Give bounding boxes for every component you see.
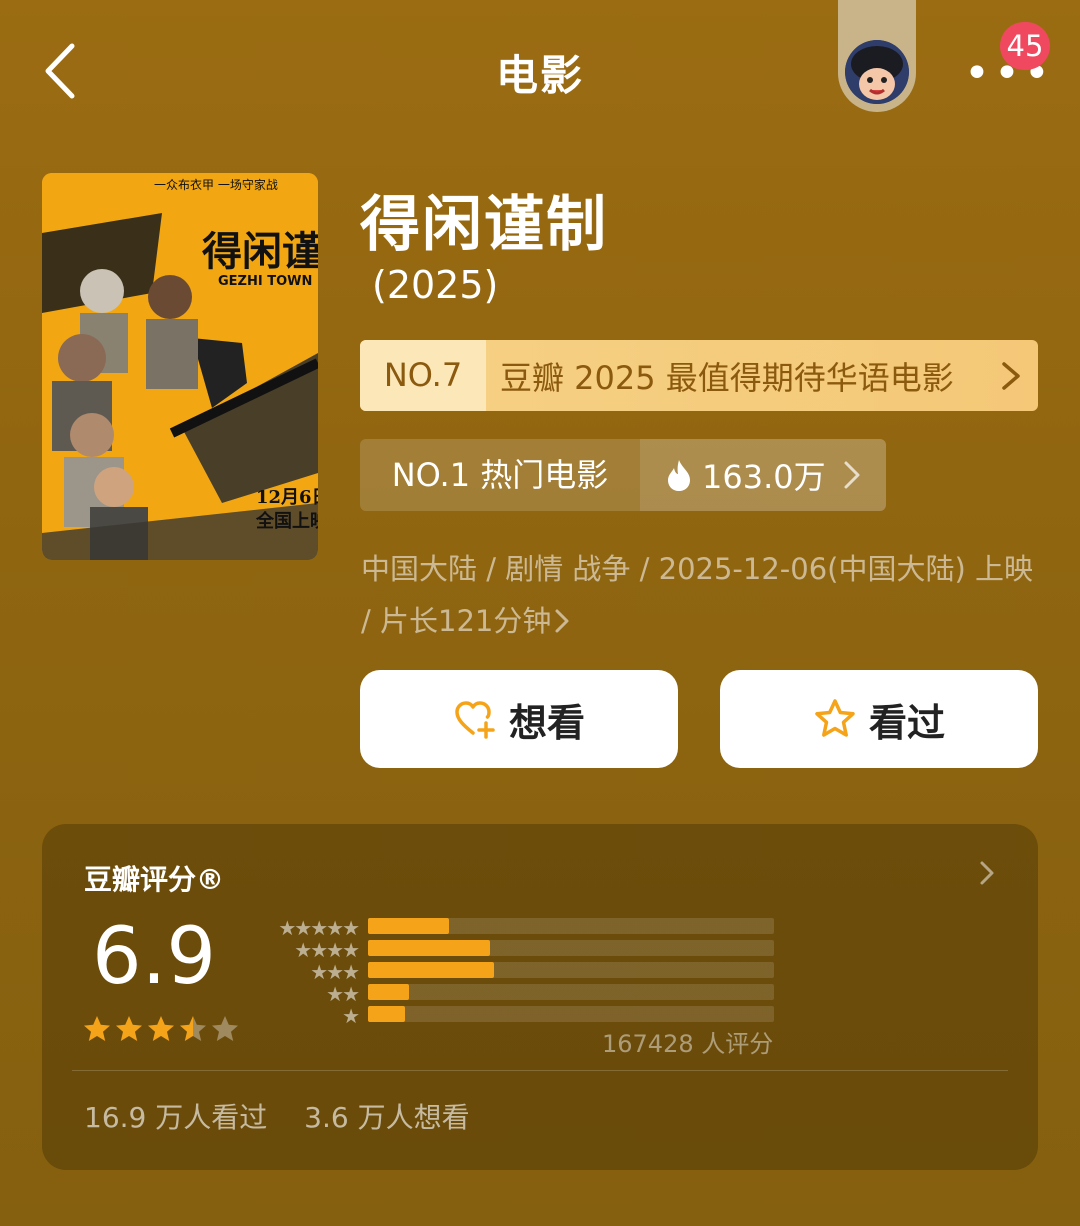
star-outline-icon <box>815 699 855 737</box>
heat-value: 163.0万 <box>640 439 886 511</box>
rating-score: 6.9 <box>92 912 217 1002</box>
distribution-row: ★★ <box>258 982 778 1006</box>
hot-ranking-label: NO.1 热门电影 <box>391 456 609 494</box>
poster-artwork: 一众布衣甲 一场守家战 得闲谨制 GEZHI TOWN 12月6日 全国上映 <box>42 173 318 560</box>
divider <box>72 1070 1008 1071</box>
ranking-label: 豆瓣 2025 最值得期待华语电影 <box>500 358 954 397</box>
ranking-badge-primary[interactable]: NO.7 豆瓣 2025 最值得期待华语电影 <box>360 340 1038 411</box>
distribution-track <box>368 1006 774 1022</box>
heart-plus-icon <box>455 701 495 739</box>
distribution-stars-label: ★★ <box>326 982 360 1006</box>
distribution-track <box>368 940 774 956</box>
ranking-number: NO.7 <box>360 340 486 411</box>
distribution-row: ★★★★★ <box>258 916 778 940</box>
distribution-stars-label: ★★★★ <box>294 938 360 962</box>
ratings-count: 167428 人评分 <box>602 1030 774 1058</box>
rating-title: 豆瓣评分® <box>84 863 225 896</box>
movie-title: 得闲谨制 <box>360 190 608 260</box>
star-empty-icon <box>212 1016 238 1041</box>
want-label: 想看 <box>508 700 585 745</box>
poster-release-line2: 全国上映 <box>255 510 318 532</box>
chevron-right-icon <box>844 461 860 489</box>
meta-text: 中国大陆 / 剧情 战争 / 2025-12-06(中国大陆) 上映 / 片长1… <box>361 552 1034 638</box>
poster-tagline: 一众布衣甲 一场守家战 <box>154 177 278 192</box>
distribution-bar <box>368 940 490 956</box>
want-count: 3.6 万人想看 <box>304 1101 470 1134</box>
distribution-track <box>368 918 774 934</box>
star-half-icon <box>180 1016 206 1041</box>
avatar-face-icon <box>845 40 909 104</box>
distribution-bar <box>368 984 409 1000</box>
distribution-row: ★★★ <box>258 960 778 984</box>
chevron-right-icon <box>555 609 569 633</box>
distribution-track <box>368 962 774 978</box>
flame-icon <box>668 460 690 491</box>
poster-release-line1: 12月6日 <box>256 487 318 508</box>
seen-count: 16.9 万人看过 <box>84 1101 268 1134</box>
ranking-badge-hot[interactable]: NO.1 热门电影 163.0万 <box>360 439 886 511</box>
score-stars <box>82 1014 242 1044</box>
movie-poster[interactable]: 一众布衣甲 一场守家战 得闲谨制 GEZHI TOWN 12月6日 全国上映 <box>42 173 318 560</box>
poster-title-en: GEZHI TOWN <box>218 274 312 289</box>
movie-meta[interactable]: 中国大陆 / 剧情 战争 / 2025-12-06(中国大陆) 上映 / 片长1… <box>361 543 1051 647</box>
heat-number: 163.0万 <box>702 458 826 496</box>
distribution-stars-label: ★★★★★ <box>278 916 360 940</box>
notification-badge: 45 <box>1000 22 1050 70</box>
star-filled-icon <box>116 1016 142 1041</box>
avatar[interactable] <box>845 40 909 104</box>
watched-button[interactable]: 看过 <box>720 670 1038 768</box>
poster-title: 得闲谨制 <box>202 228 318 275</box>
distribution-bar <box>368 962 494 978</box>
rating-card[interactable]: 豆瓣评分® 6.9 ★★★★★ ★★★★ ★★★ ★★ ★ 167428 人评分 16.… <box>42 824 1038 1170</box>
star-filled-icon <box>148 1016 174 1041</box>
distribution-track <box>368 984 774 1000</box>
watch-stats: 16.9 万人看过 3.6 万人想看 <box>84 1096 498 1136</box>
star-filled-icon <box>84 1016 110 1041</box>
distribution-bar <box>368 918 450 934</box>
distribution-row: ★★★★ <box>258 938 778 962</box>
chevron-right-icon <box>980 861 994 885</box>
distribution-stars-label: ★ <box>342 1004 360 1028</box>
want-to-watch-button[interactable]: 想看 <box>360 670 678 768</box>
more-dots-icon: ••• <box>964 48 1054 99</box>
chevron-right-icon <box>1002 361 1020 390</box>
movie-year: (2025) <box>372 263 499 307</box>
distribution-stars-label: ★★★ <box>310 960 360 984</box>
seen-label: 看过 <box>868 700 945 745</box>
distribution-row: ★ <box>258 1004 778 1028</box>
distribution-bar <box>368 1006 405 1022</box>
page-title: 电影 <box>495 51 584 100</box>
